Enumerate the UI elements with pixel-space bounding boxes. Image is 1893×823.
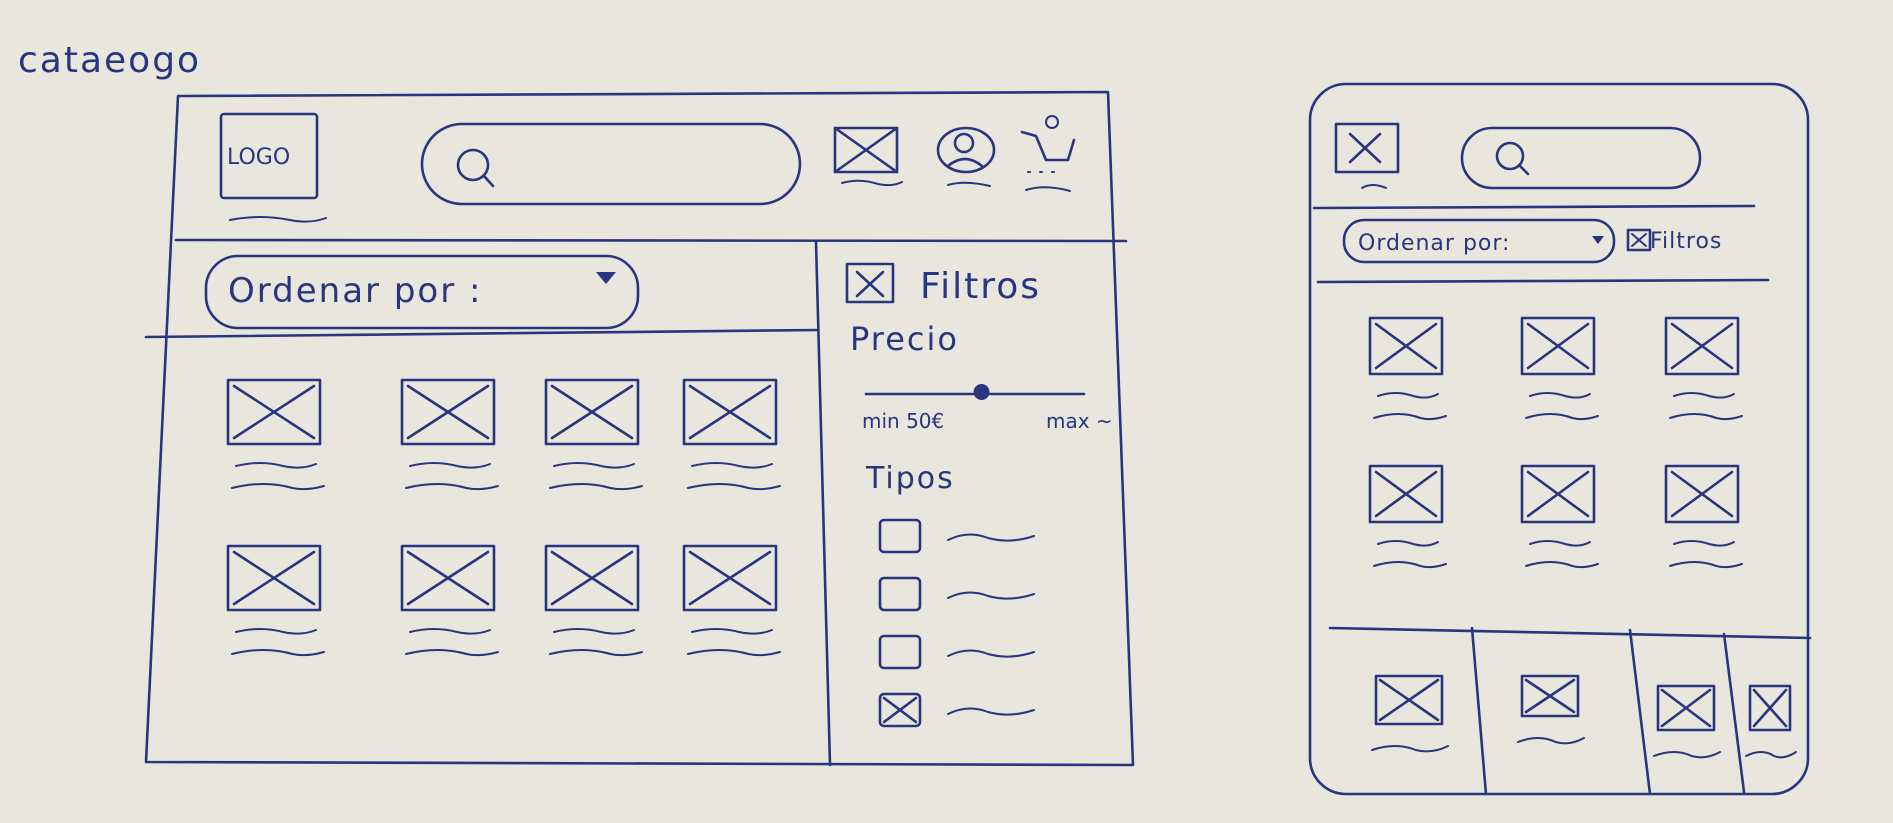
filter-sidebar: Filtros Precio min 50€ max ~ Tipos (845, 262, 1113, 728)
product-card[interactable] (226, 544, 325, 657)
mobile-bottom-nav (1371, 674, 1797, 759)
mobile-product-card[interactable] (1520, 464, 1599, 569)
product-grid (226, 378, 781, 657)
nav-label-scribble (1745, 751, 1797, 759)
product-price-scribble (1669, 561, 1743, 569)
product-price-scribble (1373, 413, 1447, 421)
product-name-scribble (1673, 392, 1735, 399)
product-price-scribble (1373, 561, 1447, 569)
product-price-scribble (549, 649, 643, 657)
mobile-sort-label: Ordenar por: (1358, 231, 1510, 256)
product-card[interactable] (682, 544, 781, 657)
search-bar[interactable] (420, 122, 802, 206)
product-name-scribble (409, 462, 491, 469)
mobile-product-card[interactable] (1368, 316, 1447, 421)
nav-label-scribble (1653, 751, 1721, 759)
filters-title: Filtros (920, 266, 1041, 307)
logo-label: LOGO (227, 145, 290, 170)
logo[interactable]: LOGO (219, 112, 327, 223)
mobile-search-bar[interactable] (1460, 126, 1702, 190)
product-card[interactable] (544, 378, 643, 491)
slider-handle[interactable] (973, 384, 990, 400)
price-heading: Precio (850, 320, 959, 358)
types-heading: Tipos (865, 461, 955, 496)
mobile-product-grid (1368, 316, 1743, 569)
product-price-scribble (231, 483, 325, 491)
product-price-scribble (1669, 413, 1743, 421)
product-name-scribble (409, 628, 491, 635)
bottom-nav-item[interactable] (1371, 674, 1449, 753)
mobile-header (1334, 122, 1702, 190)
type-option[interactable] (878, 576, 1035, 612)
product-card[interactable] (544, 544, 643, 657)
mobile-product-card[interactable] (1664, 316, 1743, 421)
product-price-scribble (1525, 561, 1599, 569)
type-option-scribble (947, 591, 1035, 600)
type-option[interactable] (878, 518, 1035, 554)
mobile-filters-label: Filtros (1650, 229, 1722, 254)
product-card[interactable] (400, 544, 499, 657)
product-name-scribble (1377, 392, 1439, 399)
product-price-scribble (405, 649, 499, 657)
product-name-scribble (1529, 392, 1591, 399)
product-name-scribble (1529, 540, 1591, 547)
bottom-nav-item[interactable] (1653, 684, 1721, 759)
filters-header[interactable]: Filtros (845, 262, 1041, 307)
sort-label: Ordenar por : (228, 271, 482, 311)
product-price-scribble (405, 483, 499, 491)
type-checkbox[interactable] (878, 634, 922, 670)
mobile-product-card[interactable] (1368, 464, 1447, 569)
search-icon (1495, 141, 1530, 176)
price-min-label: min 50€ (862, 409, 944, 433)
checkbox-checked-mark (882, 696, 918, 724)
type-options (878, 518, 1035, 728)
product-price-scribble (1525, 413, 1599, 421)
product-name-scribble (691, 462, 773, 469)
product-price-scribble (549, 483, 643, 491)
mobile-product-card[interactable] (1520, 316, 1599, 421)
search-icon (456, 148, 495, 188)
product-price-scribble (687, 483, 781, 491)
type-option-scribble (947, 533, 1035, 542)
desktop-wireframe: LOGO Ordenar por: Filtros Precio min 50… (144, 90, 1135, 767)
mobile-product-card[interactable] (1664, 464, 1743, 569)
wishlist-icon[interactable] (833, 126, 903, 187)
bottom-nav-item[interactable] (1745, 684, 1797, 759)
mobile-wireframe: Ordenar por: Filtros (1308, 82, 1812, 796)
type-option-scribble (947, 707, 1035, 716)
product-price-scribble (687, 649, 781, 657)
product-card[interactable] (226, 378, 325, 491)
product-name-scribble (1673, 540, 1735, 547)
mobile-filters-button[interactable]: Filtros (1626, 228, 1722, 254)
product-price-scribble (231, 649, 325, 657)
type-checkbox[interactable] (878, 576, 922, 612)
price-max-label: max ~ (1046, 409, 1113, 433)
product-card[interactable] (400, 378, 499, 491)
product-name-scribble (553, 628, 635, 635)
product-name-scribble (553, 462, 635, 469)
bottom-nav-item[interactable] (1517, 674, 1585, 745)
type-option[interactable] (878, 634, 1035, 670)
type-option[interactable] (878, 692, 1035, 728)
mobile-logo[interactable] (1334, 122, 1400, 189)
price-slider[interactable] (864, 384, 1086, 400)
sort-dropdown[interactable]: Ordenar por : (204, 254, 640, 330)
product-name-scribble (235, 628, 317, 635)
product-name-scribble (235, 462, 317, 469)
type-checkbox[interactable] (878, 518, 922, 554)
type-option-scribble (947, 649, 1035, 658)
product-name-scribble (691, 628, 773, 635)
nav-label-scribble (1371, 745, 1449, 753)
chevron-down-icon (1592, 236, 1604, 244)
user-icon[interactable] (936, 126, 996, 187)
page-title: cataeogo (18, 40, 201, 81)
header: LOGO (219, 112, 1076, 223)
nav-label-scribble (1517, 737, 1585, 745)
cart-icon[interactable] (1020, 115, 1076, 192)
chevron-down-icon (596, 272, 616, 284)
product-card[interactable] (682, 378, 781, 491)
mobile-sort-dropdown[interactable]: Ordenar por: (1342, 218, 1616, 264)
product-name-scribble (1377, 540, 1439, 547)
